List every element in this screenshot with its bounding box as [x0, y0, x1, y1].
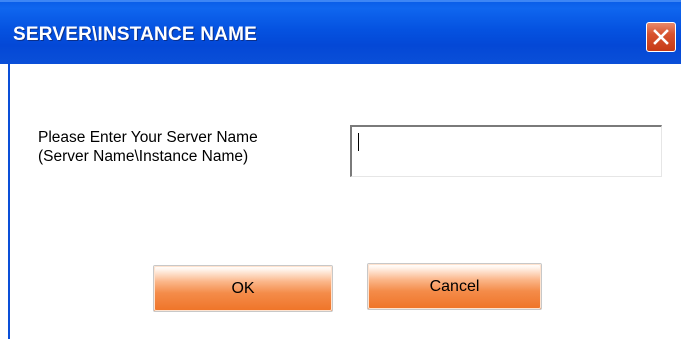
window-left-border-line	[8, 64, 10, 339]
dialog-window: SERVER\INSTANCE NAME Please Enter Your S…	[0, 0, 681, 339]
server-name-input[interactable]	[350, 125, 662, 177]
server-name-label-line2: (Server Name\Instance Name)	[38, 148, 249, 165]
cancel-button-label: Cancel	[429, 278, 480, 295]
close-button[interactable]	[646, 22, 676, 52]
dialog-title: SERVER\INSTANCE NAME	[13, 24, 257, 45]
window-left-border	[0, 64, 10, 339]
server-name-label: Please Enter Your Server Name (Server Na…	[38, 128, 258, 166]
close-x-icon	[653, 29, 669, 45]
text-caret	[358, 133, 359, 151]
server-name-label-line1: Please Enter Your Server Name	[38, 129, 258, 146]
ok-button[interactable]: OK	[153, 265, 333, 312]
cancel-button[interactable]: Cancel	[367, 263, 542, 310]
title-bar[interactable]: SERVER\INSTANCE NAME	[0, 0, 681, 64]
ok-button-label: OK	[231, 280, 255, 297]
